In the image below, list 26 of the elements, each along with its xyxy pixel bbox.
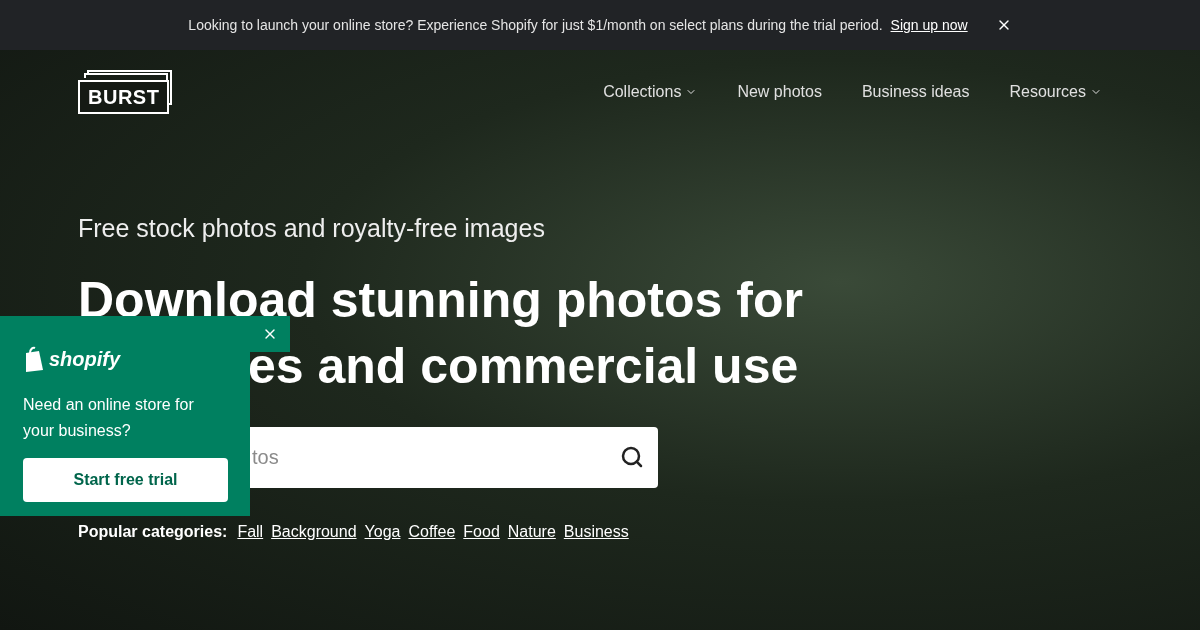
- category-link[interactable]: Coffee: [408, 519, 456, 544]
- hero-heading: Download stunning photos for: [78, 274, 803, 325]
- logo-frames-icon: [84, 70, 172, 108]
- logo[interactable]: BURST: [78, 80, 170, 114]
- nav-link[interactable]: New photos: [737, 80, 822, 104]
- hero-heading: es and commercial use: [248, 340, 799, 391]
- nav-link[interactable]: Business ideas: [861, 80, 970, 104]
- popup-text: Need an online store for your business?: [23, 395, 195, 441]
- search-input[interactable]: tos: [252, 442, 552, 472]
- search-field[interactable]: tos: [248, 426, 658, 488]
- search-icon[interactable]: [620, 445, 644, 469]
- shopify-logo: shopify: [49, 347, 121, 372]
- nav-link[interactable]: Resources: [1009, 80, 1102, 104]
- hero-subtitle: Free stock photos and royalty-free images: [78, 213, 546, 244]
- banner-text: Looking to launch your online store? Experience Shopify for just $1/month on select plans during the trial period.: [188, 15, 883, 35]
- shopping-bag-icon: [23, 346, 45, 372]
- category-link[interactable]: Fall: [237, 519, 264, 544]
- category-link[interactable]: Nature: [507, 519, 556, 544]
- nav-link[interactable]: Collections: [603, 80, 698, 104]
- start-trial-button[interactable]: Start free trial: [23, 458, 228, 502]
- sign-up-link[interactable]: Sign up now: [890, 14, 968, 36]
- categories-label: Popular categories:: [78, 521, 228, 542]
- category-link[interactable]: Business: [563, 519, 629, 544]
- category-link[interactable]: Background: [271, 519, 357, 544]
- category-link[interactable]: Food: [463, 519, 500, 544]
- category-link[interactable]: Yoga: [364, 519, 401, 544]
